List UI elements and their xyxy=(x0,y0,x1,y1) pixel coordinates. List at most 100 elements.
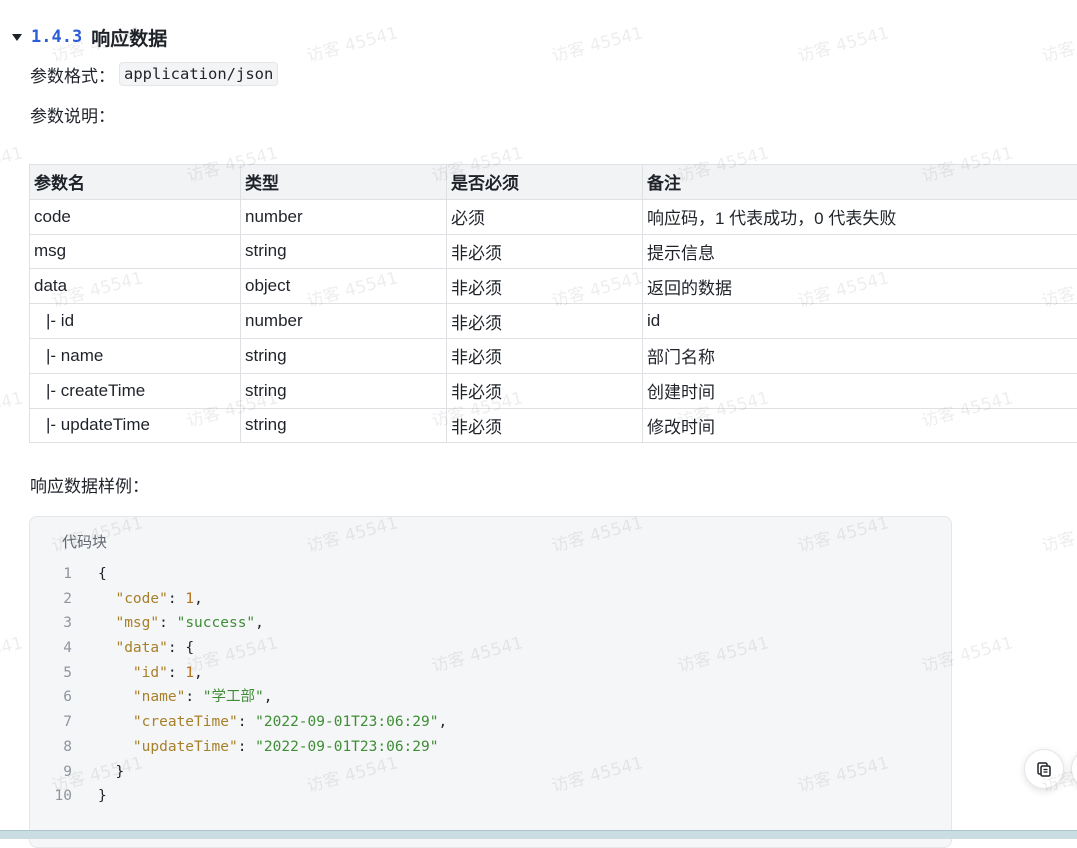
table-cell: id xyxy=(643,304,1077,339)
format-value: application/json xyxy=(119,62,278,86)
table-cell: |- createTime xyxy=(30,373,241,408)
watermark: 访客 45541 xyxy=(0,628,25,676)
code-token xyxy=(98,611,115,636)
desc-label: 参数说明： xyxy=(30,102,115,127)
table-cell: 必须 xyxy=(447,199,643,234)
code-line: 2 "code": 1, xyxy=(30,587,447,612)
table-row: |- createTime string 非必须 创建时间 xyxy=(30,373,1077,408)
code-token: } xyxy=(98,784,107,809)
table-cell: object xyxy=(241,269,447,304)
line-number: 10 xyxy=(30,784,98,809)
table-cell: msg xyxy=(30,234,241,269)
code-block-caption: 代码块 xyxy=(62,531,107,552)
line-number: 9 xyxy=(30,760,98,785)
code-token: , xyxy=(255,611,264,636)
table-row: |- name string 非必须 部门名称 xyxy=(30,338,1077,373)
table-cell: 修改时间 xyxy=(643,408,1077,443)
code-token: : xyxy=(159,611,176,636)
code-token: , xyxy=(264,685,273,710)
code-token: : { xyxy=(168,636,194,661)
code-token xyxy=(98,587,115,612)
line-number: 4 xyxy=(30,636,98,661)
code-token: { xyxy=(98,562,107,587)
section-number: 1.4.3 xyxy=(31,27,82,47)
table-header-cell: 是否必须 xyxy=(447,165,643,200)
table-header-cell: 参数名 xyxy=(30,165,241,200)
watermark: 访客 45541 xyxy=(1038,508,1077,556)
table-header-cell: 备注 xyxy=(643,165,1077,200)
line-number: 1 xyxy=(30,562,98,587)
code-lines[interactable]: 1{2 "code": 1,3 "msg": "success",4 "data… xyxy=(30,562,447,809)
code-token: 1 xyxy=(185,587,194,612)
table-cell: |- id xyxy=(30,304,241,339)
code-token xyxy=(98,661,133,686)
code-line: 8 "updateTime": "2022-09-01T23:06:29" xyxy=(30,735,447,760)
table-row: data object 非必须 返回的数据 xyxy=(30,269,1077,304)
table-cell: number xyxy=(241,304,447,339)
table-cell: 返回的数据 xyxy=(643,269,1077,304)
code-line: 6 "name": "学工部", xyxy=(30,685,447,710)
line-number: 2 xyxy=(30,587,98,612)
code-token: "msg" xyxy=(115,611,159,636)
code-line: 3 "msg": "success", xyxy=(30,611,447,636)
code-line: 9 } xyxy=(30,760,447,785)
code-token: } xyxy=(98,760,124,785)
table-header-row: 参数名 类型 是否必须 备注 xyxy=(30,165,1077,200)
code-token: "name" xyxy=(133,685,185,710)
watermark: 访客 45541 xyxy=(303,18,400,66)
line-number: 3 xyxy=(30,611,98,636)
table-cell: code xyxy=(30,199,241,234)
table-cell: string xyxy=(241,234,447,269)
code-token: : xyxy=(168,587,185,612)
code-token: "data" xyxy=(115,636,167,661)
section-title: 响应数据 xyxy=(91,24,167,51)
code-token: , xyxy=(194,587,203,612)
table-cell: 非必须 xyxy=(447,408,643,443)
table-row: |- updateTime string 非必须 修改时间 xyxy=(30,408,1077,443)
table-header-cell: 类型 xyxy=(241,165,447,200)
code-line: 1{ xyxy=(30,562,447,587)
table-cell: 非必须 xyxy=(447,234,643,269)
code-token: "2022-09-01T23:06:29" xyxy=(255,735,438,760)
table-cell: 提示信息 xyxy=(643,234,1077,269)
code-token xyxy=(98,710,133,735)
code-token: "createTime" xyxy=(133,710,238,735)
table-cell: string xyxy=(241,373,447,408)
copy-button[interactable] xyxy=(1024,749,1064,789)
code-token: 1 xyxy=(185,661,194,686)
table-cell: 非必须 xyxy=(447,269,643,304)
table-cell: 非必须 xyxy=(447,304,643,339)
code-token xyxy=(98,685,133,710)
watermark: 访客 45541 xyxy=(0,383,25,431)
table-cell: string xyxy=(241,408,447,443)
code-token: : xyxy=(168,661,185,686)
table-cell: data xyxy=(30,269,241,304)
code-token: , xyxy=(438,710,447,735)
table-cell: 部门名称 xyxy=(643,338,1077,373)
code-token: : xyxy=(185,685,202,710)
code-token: "学工部" xyxy=(203,685,264,710)
line-number: 6 xyxy=(30,685,98,710)
line-number: 5 xyxy=(30,661,98,686)
code-line: 7 "createTime": "2022-09-01T23:06:29", xyxy=(30,710,447,735)
desc-line: 参数说明： xyxy=(30,102,115,126)
table-row: code number 必须 响应码，1 代表成功，0 代表失败 xyxy=(30,199,1077,234)
secondary-float-button[interactable] xyxy=(1071,749,1077,789)
table-row: msg string 非必须 提示信息 xyxy=(30,234,1077,269)
table-cell: number xyxy=(241,199,447,234)
code-token: "updateTime" xyxy=(133,735,238,760)
watermark: 访客 45541 xyxy=(1038,18,1077,66)
sample-label: 响应数据样例： xyxy=(30,472,149,497)
code-token: : xyxy=(238,710,255,735)
watermark: 访客 45541 xyxy=(0,138,25,186)
table-cell: |- name xyxy=(30,338,241,373)
code-line: 4 "data": { xyxy=(30,636,447,661)
code-block[interactable]: 代码块 1{2 "code": 1,3 "msg": "success",4 "… xyxy=(29,516,952,848)
code-token: "2022-09-01T23:06:29" xyxy=(255,710,438,735)
copy-icon xyxy=(1035,760,1053,778)
watermark: 访客 45541 xyxy=(548,18,645,66)
line-number: 7 xyxy=(30,710,98,735)
table-cell: 非必须 xyxy=(447,373,643,408)
collapse-caret-icon[interactable] xyxy=(12,34,22,41)
code-token: "code" xyxy=(115,587,167,612)
